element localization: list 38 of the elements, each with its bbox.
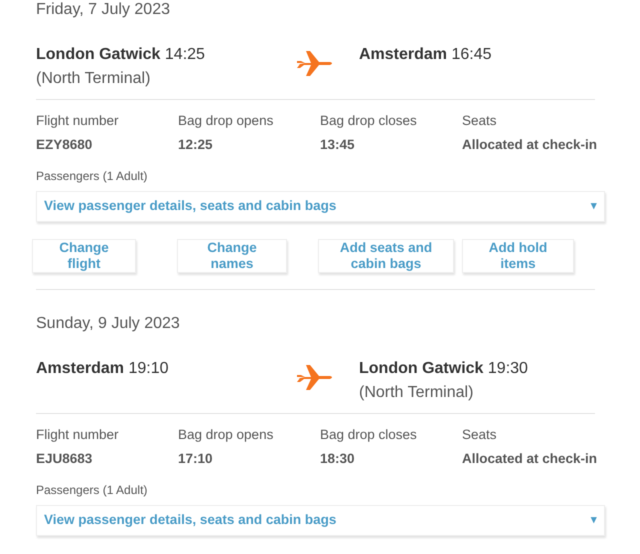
action-button[interactable]: Change flight <box>32 239 136 273</box>
origin-airport: Amsterdam <box>36 360 124 377</box>
passengers-label: Passengers (1 Adult) <box>36 482 148 498</box>
origin-airport: London Gatwick <box>36 46 160 63</box>
passengers-label: Passengers (1 Adult) <box>36 168 148 184</box>
destination-airport: London Gatwick <box>359 360 484 377</box>
detail-value: Allocated at check-in <box>462 450 598 468</box>
action-button[interactable]: Add hold items <box>462 239 574 273</box>
caret-icon: ▾ <box>591 198 597 215</box>
terminal-text: (North Terminal) <box>36 69 150 89</box>
origin-time: 19:10 <box>128 360 169 377</box>
detail-label: Bag drop closes <box>320 426 417 444</box>
detail-label: Seats <box>462 426 497 444</box>
detail-label: Flight number <box>36 426 119 444</box>
detail-label: Bag drop opens <box>178 112 274 130</box>
caret-icon: ▾ <box>591 512 597 529</box>
destination-time: 16:45 <box>451 46 492 63</box>
detail-value: Allocated at check-in <box>462 136 598 154</box>
detail-value: 13:45 <box>320 136 355 154</box>
terminal-text: (North Terminal) <box>359 383 474 403</box>
detail-label: Seats <box>462 112 497 130</box>
action-button[interactable]: Add seats and cabin bags <box>318 239 454 273</box>
detail-label: Flight number <box>36 112 119 130</box>
destination-airport: Amsterdam <box>359 46 448 63</box>
detail-value: EZY8680 <box>36 136 92 154</box>
detail-value: 17:10 <box>178 450 213 468</box>
detail-value: 18:30 <box>320 450 355 468</box>
detail-value: 12:25 <box>178 136 213 154</box>
detail-value: EJU8683 <box>36 450 92 468</box>
passenger-details-dropdown[interactable]: View passenger details, seats and cabin bags ▾ <box>36 191 605 222</box>
detail-label: Bag drop opens <box>178 426 274 444</box>
destination-time: 19:30 <box>488 360 528 377</box>
action-button[interactable]: Change names <box>177 239 287 273</box>
flight-date: Friday, 7 July 2023 <box>36 0 170 20</box>
passenger-details-dropdown[interactable]: View passenger details, seats and cabin bags ▾ <box>36 505 605 536</box>
origin-time: 14:25 <box>164 46 205 63</box>
detail-label: Bag drop closes <box>320 112 417 130</box>
flight-date: Sunday, 9 July 2023 <box>36 314 180 334</box>
